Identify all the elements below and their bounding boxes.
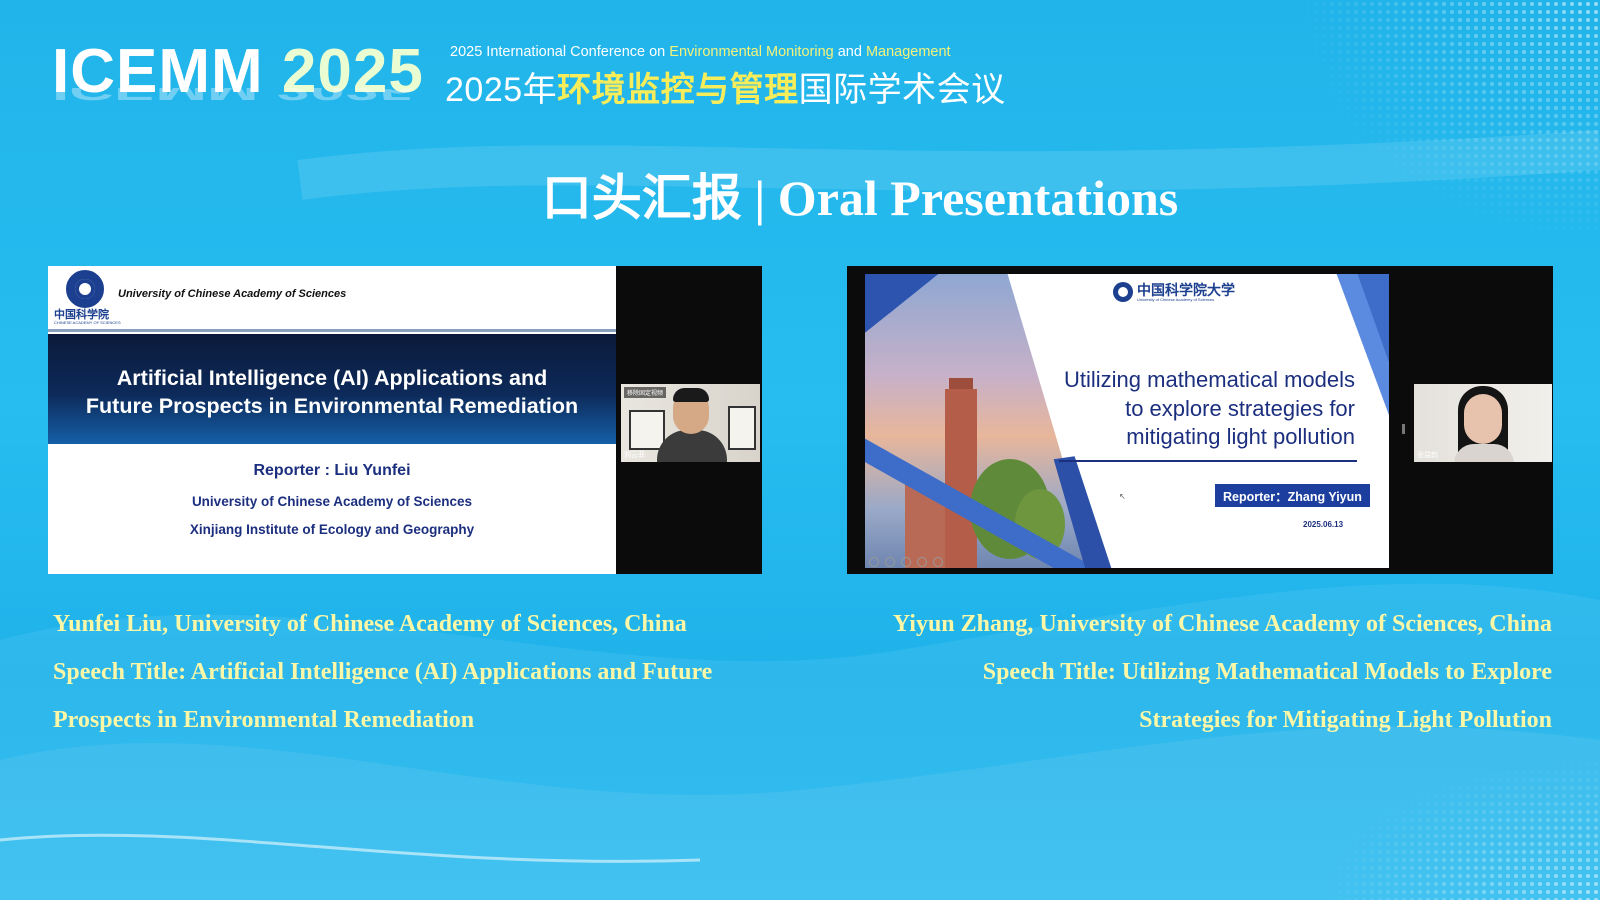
slide-reporter: Reporter：Zhang Yiyun	[1215, 484, 1370, 507]
slide-1: 中国科学院 CHINESE ACADEMY OF SCIENCES Univer…	[48, 266, 616, 574]
calligraphy-scroll	[728, 406, 756, 450]
slide-title: Utilizing mathematical models to explore…	[1064, 367, 1355, 449]
speaker-video-2: 张益韵	[1414, 384, 1552, 462]
pen-icon[interactable]	[901, 557, 911, 567]
calligraphy-scroll	[629, 410, 665, 450]
section-title: 口头汇报 | Oral Presentations	[541, 169, 1179, 227]
caption-title-line1: Speech Title: Artificial Intelligence (A…	[53, 659, 713, 685]
slide-2: 中国科学院大学 University of Chinese Academy of…	[865, 274, 1389, 568]
clock-tower	[945, 389, 977, 568]
speaker-name-label: 刘云菲	[624, 452, 645, 459]
mouse-cursor-icon: ↖	[1119, 492, 1126, 501]
panel-handle[interactable]	[1402, 424, 1405, 434]
caption-speaker: Yiyun Zhang, University of Chinese Acade…	[892, 611, 1552, 637]
presentation-screenshot-1: 中国科学院 CHINESE ACADEMY OF SCIENCES Univer…	[48, 266, 762, 574]
slide-title: Artificial Intelligence (AI) Application…	[85, 366, 579, 418]
speaker-name-label: 张益韵	[1417, 452, 1438, 459]
slide-affiliation-1: University of Chinese Academy of Science…	[191, 494, 473, 509]
grid-icon[interactable]	[917, 557, 927, 567]
prev-icon[interactable]	[869, 557, 879, 567]
conference-logo: ICEMM 2025 ICEMM 2025	[52, 36, 432, 136]
slide-date: 2025.06.13	[1303, 520, 1344, 529]
logo-reflection-year: 2025	[275, 88, 414, 106]
speaker-video-1: 移除固定视频 刘云菲	[621, 384, 760, 462]
conference-name-en: 2025 International Conference on Environ…	[450, 44, 951, 60]
ucas-emblem-icon	[1113, 282, 1133, 302]
pin-video-tag: 移除固定视频	[624, 387, 667, 398]
caption-left: Yunfei Liu, University of Chinese Academ…	[53, 600, 712, 744]
logo-reflection: ICEMM	[52, 88, 259, 106]
slide-header: 中国科学院 CHINESE ACADEMY OF SCIENCES Univer…	[48, 266, 616, 328]
conference-name-cn: 2025年环境监控与管理国际学术会议	[445, 71, 1006, 109]
slide-institution: University of Chinese Academy of Science…	[118, 288, 347, 300]
slide-toolbar[interactable]	[869, 554, 949, 567]
caption-title-line2: Strategies for Mitigating Light Pollutio…	[1139, 707, 1552, 733]
ucas-logo-subtext: University of Chinese Academy of Science…	[1137, 297, 1215, 302]
next-icon[interactable]	[885, 557, 895, 567]
slide-reporter: Reporter : Liu Yunfei	[253, 462, 411, 479]
zoom-icon[interactable]	[933, 557, 943, 567]
divider	[48, 329, 616, 332]
caption-right: Yiyun Zhang, University of Chinese Acade…	[893, 600, 1552, 744]
caption-speaker: Yunfei Liu, University of Chinese Academ…	[53, 611, 687, 637]
cas-logo-subtext: CHINESE ACADEMY OF SCIENCES	[54, 320, 121, 325]
presentation-screenshot-2: 中国科学院大学 University of Chinese Academy of…	[847, 266, 1553, 574]
divider	[1059, 460, 1357, 462]
caption-title-line1: Speech Title: Utilizing Mathematical Mod…	[982, 659, 1552, 685]
cas-emblem-icon	[66, 270, 104, 308]
slide-affiliation-2: Xinjiang Institute of Ecology and Geogra…	[189, 522, 475, 537]
caption-title-line2: Prospects in Environmental Remediation	[53, 707, 475, 733]
